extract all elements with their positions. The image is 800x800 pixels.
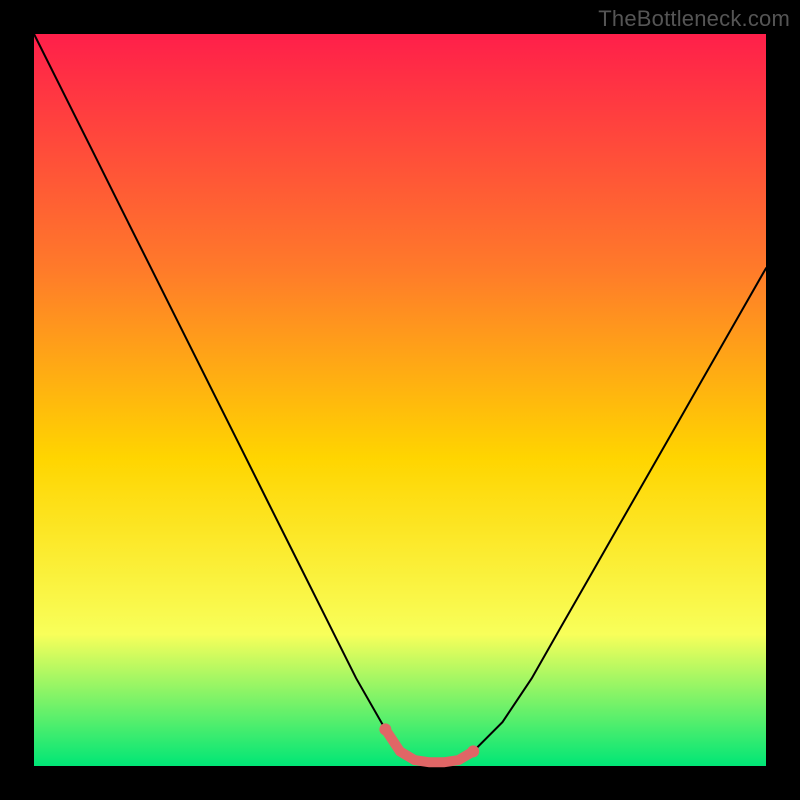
optimal-region-end-dot <box>467 745 479 757</box>
plot-background <box>34 34 766 766</box>
optimal-region-start-dot <box>379 723 391 735</box>
chart-frame: { "watermark": "TheBottleneck.com", "col… <box>0 0 800 800</box>
bottleneck-chart <box>0 0 800 800</box>
